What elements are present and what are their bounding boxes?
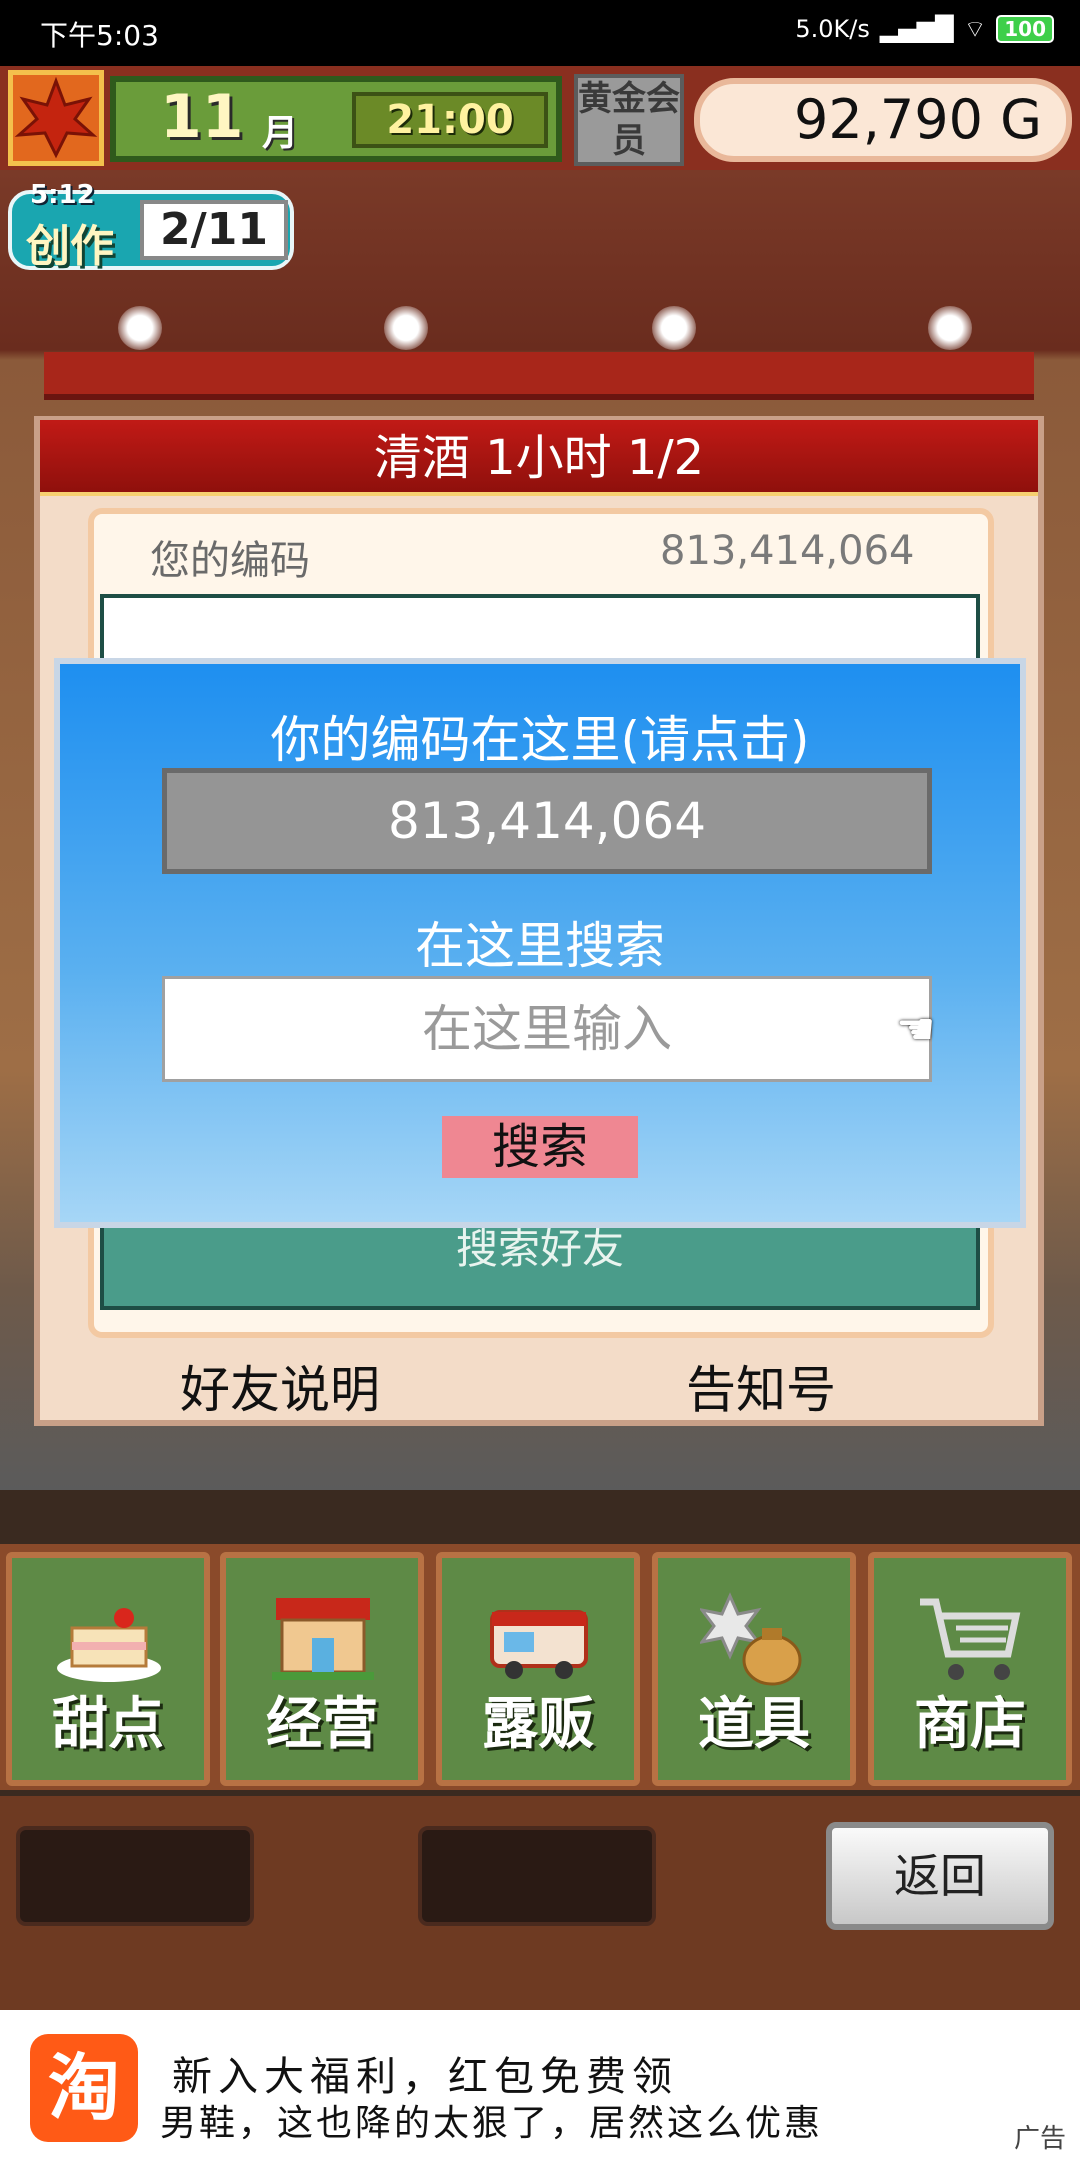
lamp-icon <box>384 306 428 350</box>
panel-title: 清酒 1小时 1/2 <box>40 420 1038 496</box>
status-bar: 下午5:03 5.0K/s ▂▄▆█ ⌔ 100 <box>0 0 1080 66</box>
signal-icon: ▂▄▆█ <box>879 15 954 43</box>
taobao-logo-icon[interactable]: 淘 <box>30 2034 138 2142</box>
status-icons: 5.0K/s ▂▄▆█ ⌔ 100 <box>795 14 1054 44</box>
friend-help-button[interactable]: 好友说明 <box>180 1350 380 1422</box>
create-timer: 5:12 <box>30 180 95 210</box>
game-clock: 21:00 <box>352 92 548 148</box>
month-number: 11 <box>160 82 244 152</box>
ad-subline[interactable]: 男鞋，这也降的太狠了，居然这么优惠 <box>160 2094 823 2146</box>
search-input[interactable] <box>162 976 932 1082</box>
gold-member-badge[interactable]: 黄金会员 <box>574 74 684 166</box>
lamp-icon <box>928 306 972 350</box>
food-truck-icon <box>484 1588 594 1688</box>
ad-tag: 广告 <box>1014 2124 1067 2154</box>
season-leaf-icon[interactable] <box>8 70 104 166</box>
lamp-icon <box>652 306 696 350</box>
status-time: 下午5:03 <box>40 19 159 52</box>
menu-item-store[interactable]: 商店 <box>868 1552 1072 1786</box>
wifi-icon: ⌔ <box>963 15 987 43</box>
menu-label: 商店 <box>914 1692 1026 1757</box>
menu-label: 甜点 <box>52 1692 164 1757</box>
item-bag-icon <box>698 1588 810 1688</box>
menu-item-stall[interactable]: 露贩 <box>436 1552 640 1786</box>
shop-icon <box>268 1588 378 1688</box>
pointing-hand-icon: ☚ <box>896 1004 936 1055</box>
menu-item-items[interactable]: 道具 <box>652 1552 856 1786</box>
empty-slot <box>418 1826 656 1926</box>
money-display: 92,790 G <box>694 78 1072 162</box>
search-friends-button[interactable]: 搜索好友 <box>100 1220 980 1310</box>
back-button[interactable]: 返回 <box>826 1822 1054 1930</box>
code-label: 您的编码 <box>150 538 310 584</box>
month-unit: 月 <box>262 113 299 154</box>
search-button[interactable]: 搜索 <box>442 1116 638 1178</box>
menu-label: 经营 <box>266 1692 378 1757</box>
notify-number-button[interactable]: 告知号 <box>686 1350 836 1422</box>
shop-awning <box>44 352 1034 400</box>
search-label: 在这里搜索 <box>415 917 665 975</box>
my-code-button[interactable]: 813,414,064 <box>162 768 932 874</box>
net-speed: 5.0K/s <box>795 15 870 43</box>
cake-icon <box>54 1588 164 1688</box>
menu-label: 道具 <box>698 1692 810 1757</box>
dialog-title: 你的编码在这里(请点击) <box>270 711 810 769</box>
menu-item-dessert[interactable]: 甜点 <box>6 1552 210 1786</box>
menu-label: 露贩 <box>482 1692 594 1757</box>
shopping-cart-icon <box>916 1588 1026 1688</box>
code-value: 813,414,064 <box>660 528 915 574</box>
create-progress: 2/11 <box>140 200 288 260</box>
create-label: 创作 <box>26 221 114 272</box>
lamp-icon <box>118 306 162 350</box>
menu-item-manage[interactable]: 经营 <box>220 1552 424 1786</box>
empty-slot <box>16 1826 254 1926</box>
battery-icon: 100 <box>996 15 1054 43</box>
friend-list-row <box>104 598 976 658</box>
